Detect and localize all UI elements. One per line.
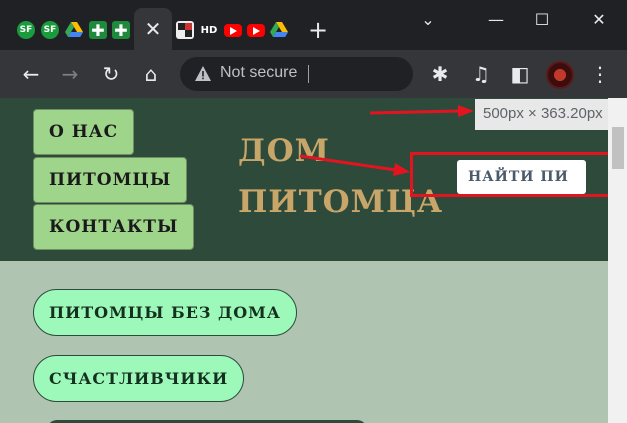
new-tab-button[interactable]: + (308, 18, 328, 42)
scrollbar-thumb[interactable] (612, 127, 624, 169)
tab-search-icon[interactable]: ⌄ (418, 10, 438, 29)
forward-button[interactable]: → (58, 62, 82, 86)
address-bar[interactable]: Not secure (180, 57, 413, 91)
address-separator (308, 65, 309, 83)
maximize-button[interactable]: ☐ (532, 10, 552, 29)
side-panel-icon[interactable]: ◧ (508, 62, 532, 86)
reload-button[interactable]: ↻ (99, 62, 123, 86)
active-tab[interactable]: ✕ (134, 8, 172, 50)
tab-favicon-sf[interactable]: SF (41, 21, 59, 39)
nav-about-button[interactable]: О НАС (33, 109, 135, 155)
youtube-icon[interactable] (224, 24, 242, 37)
back-button[interactable]: ← (19, 62, 43, 86)
google-drive-icon[interactable] (270, 21, 288, 39)
profile-avatar[interactable] (546, 61, 574, 89)
warning-icon[interactable] (194, 65, 212, 83)
google-drive-icon[interactable] (65, 21, 83, 39)
extensions-icon[interactable]: ✱ (428, 62, 452, 86)
browser-menu-icon[interactable]: ⋮ (588, 62, 612, 86)
nav-pets-button[interactable]: ПИТОМЦЫ (33, 157, 188, 203)
lucky-pets-button[interactable]: СЧАСТЛИВЧИКИ (33, 355, 245, 402)
youtube-icon[interactable] (247, 24, 265, 37)
web-page: О НАС ПИТОМЦЫ КОНТАКТЫ ДОМ ПИТОМЦА НАЙТИ… (0, 98, 608, 423)
minimize-button[interactable]: — (486, 10, 506, 29)
cross-icon[interactable]: ✚ (112, 21, 130, 40)
hd-icon[interactable]: HD (199, 21, 219, 39)
nav-contacts-button[interactable]: КОНТАКТЫ (33, 204, 195, 250)
close-window-button[interactable]: ✕ (589, 10, 609, 29)
element-size-tooltip: 500px × 363.20px (475, 99, 627, 130)
security-status-text[interactable]: Not secure (220, 64, 310, 82)
cross-icon[interactable]: ✚ (89, 21, 107, 40)
close-icon[interactable]: ✕ (145, 17, 162, 41)
media-control-icon[interactable]: ♫ (469, 62, 493, 86)
home-button[interactable]: ⌂ (139, 62, 163, 86)
annotation-highlight-box (410, 152, 608, 197)
homeless-pets-button[interactable]: ПИТОМЦЫ БЕЗ ДОМА (33, 289, 297, 336)
tab-strip: SF SF ✚ ✚ ✕ HD + ⌄ — ☐ ✕ (0, 0, 627, 50)
grid-favicon-icon[interactable] (176, 21, 194, 39)
tab-favicon-sf[interactable]: SF (17, 21, 35, 39)
